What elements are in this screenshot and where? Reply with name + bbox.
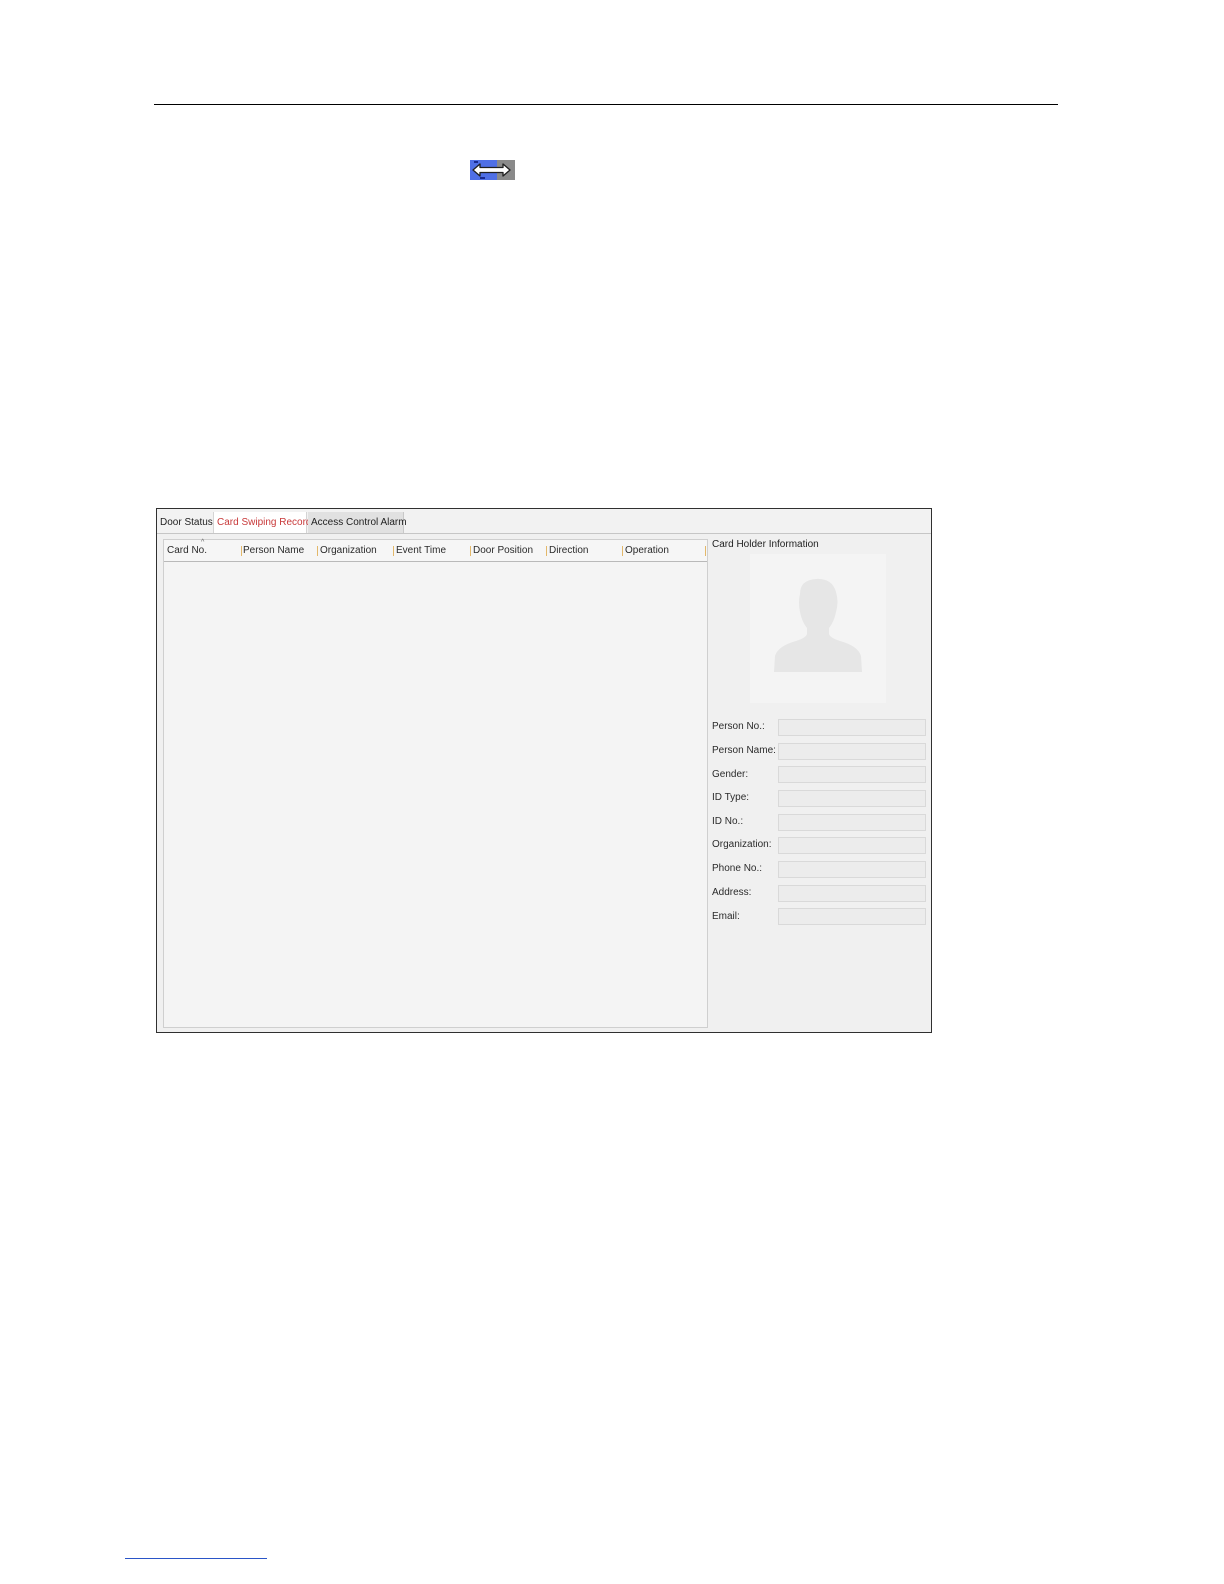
column-header-door-position[interactable]: Door Position xyxy=(470,540,546,561)
gender-field[interactable] xyxy=(778,766,926,783)
phone-no-label: Phone No.: xyxy=(712,863,763,874)
tab-access-control-alarm[interactable]: Access Control Alarm xyxy=(308,512,407,533)
organization-label: Organization: xyxy=(712,839,772,850)
card-holder-info-title: Card Holder Information xyxy=(712,539,819,550)
footnote-rule xyxy=(125,1558,267,1559)
column-header-person-name[interactable]: Person Name xyxy=(240,540,317,561)
column-header-operation[interactable]: Operation xyxy=(622,540,704,561)
id-no-field[interactable] xyxy=(778,814,926,831)
organization-field[interactable] xyxy=(778,837,926,854)
person-name-field[interactable] xyxy=(778,743,926,760)
bidirectional-arrow-icon[interactable] xyxy=(470,160,515,180)
column-divider[interactable] xyxy=(705,546,706,556)
address-label: Address: xyxy=(712,887,752,898)
email-label: Email: xyxy=(712,911,740,922)
tab-bar: Door Status Card Swiping Record Access C… xyxy=(157,509,931,534)
tab-card-swiping-record[interactable]: Card Swiping Record xyxy=(213,512,312,533)
card-swiping-window: Door Status Card Swiping Record Access C… xyxy=(156,508,932,1033)
person-no-label: Person No.: xyxy=(712,721,765,732)
gender-label: Gender: xyxy=(712,769,749,780)
column-header-card-no[interactable]: Card No. ^ xyxy=(164,539,240,561)
person-name-label: Person Name: xyxy=(712,745,776,756)
id-no-label: ID No.: xyxy=(712,816,744,827)
id-type-field[interactable] xyxy=(778,790,926,807)
records-table[interactable]: Card No. ^ Person Name Organization Even… xyxy=(163,539,708,1028)
column-header-organization[interactable]: Organization xyxy=(317,540,394,561)
table-header: Card No. ^ Person Name Organization Even… xyxy=(164,539,707,562)
tab-door-status[interactable]: Door Status xyxy=(157,512,213,533)
column-header-direction[interactable]: Direction xyxy=(546,540,623,561)
sort-ascending-icon: ^ xyxy=(201,539,205,546)
email-field[interactable] xyxy=(778,908,926,925)
page-header-rule xyxy=(154,104,1058,105)
address-field[interactable] xyxy=(778,885,926,902)
phone-no-field[interactable] xyxy=(778,861,926,878)
person-silhouette-icon xyxy=(774,578,862,672)
person-photo xyxy=(750,554,886,703)
person-no-field[interactable] xyxy=(778,719,926,736)
column-header-event-time[interactable]: Event Time xyxy=(393,540,470,561)
card-holder-info-panel: Card Holder Information Person No.: Pers… xyxy=(708,539,931,1032)
id-type-label: ID Type: xyxy=(712,792,750,803)
